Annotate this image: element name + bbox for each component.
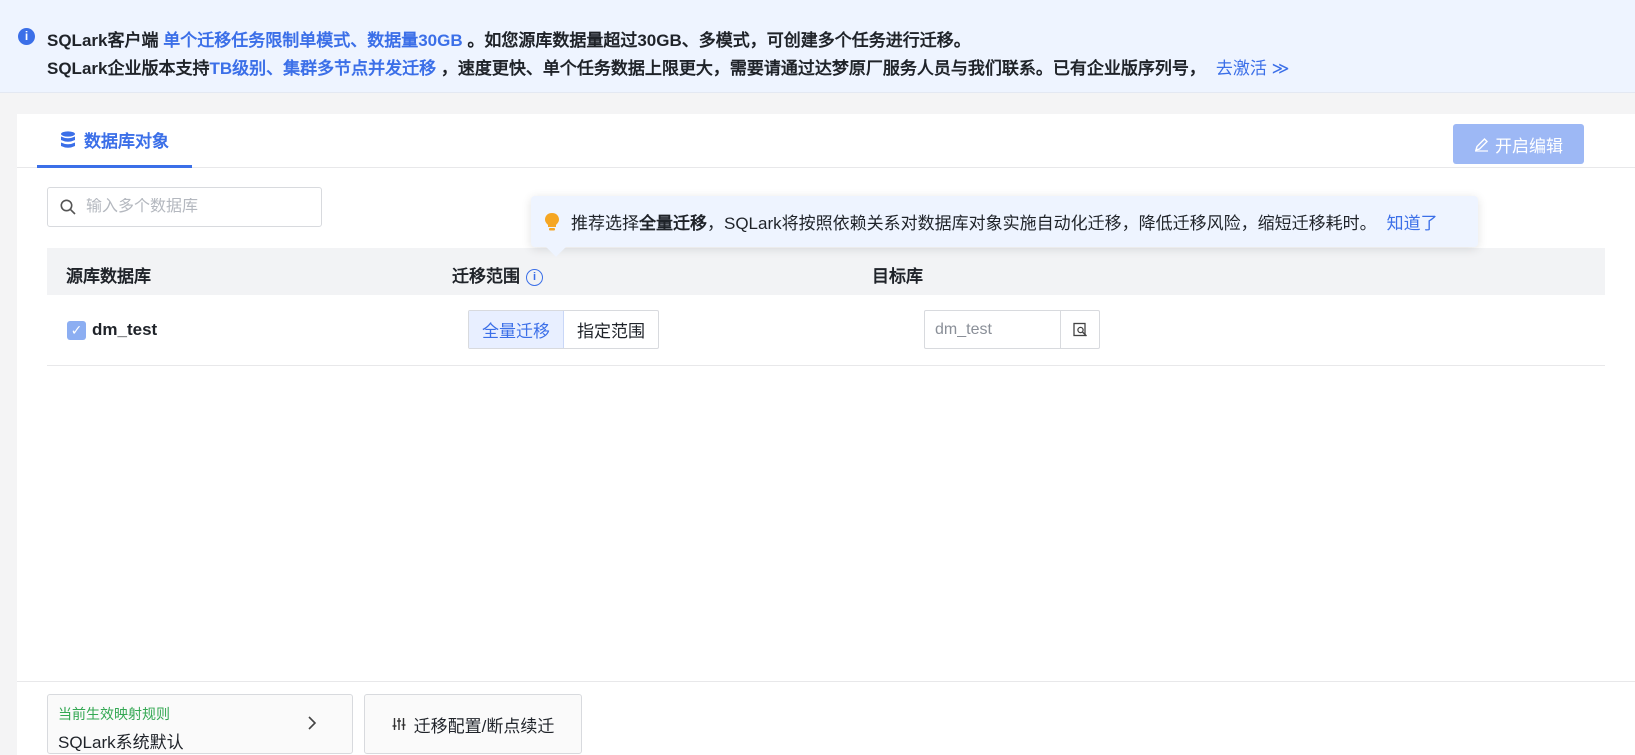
notice-highlight: 单个迁移任务限制单模式、数据量30GB	[163, 31, 463, 50]
enable-edit-button[interactable]: 开启编辑	[1453, 124, 1584, 164]
range-segmented-control: 全量迁移 指定范围	[468, 310, 659, 349]
notice-text: SQLark客户端	[47, 31, 164, 50]
notice-line-1: SQLark客户端 单个迁移任务限制单模式、数据量30GB 。如您源库数据量超过…	[47, 26, 971, 51]
mapping-rule-label: 当前生效映射规则	[58, 706, 170, 722]
database-icon	[61, 130, 75, 148]
tooltip-text: ，SQLark将按照依赖关系对数据库对象实施自动化迁移，降低迁移风险，缩短迁移耗…	[707, 214, 1377, 233]
table-header: 源库数据库 迁移范围 i 目标库	[47, 248, 1605, 295]
target-db-field: dm_test	[924, 310, 1100, 349]
range-option-full[interactable]: 全量迁移	[469, 311, 564, 348]
tab-database-objects[interactable]: 数据库对象	[37, 114, 192, 168]
header-target-db: 目标库	[872, 267, 923, 286]
search-doc-icon	[1072, 322, 1087, 337]
footer-bar: 当前生效映射规则 SQLark系统默认 迁移配置/断点续迁	[17, 681, 1635, 755]
info-icon: i	[18, 28, 35, 45]
search-icon	[60, 199, 76, 215]
header-range-label: 迁移范围	[452, 267, 520, 286]
table-row: ✓ dm_test 全量迁移 指定范围 dm_test	[47, 295, 1605, 366]
notice-highlight: TB级别、集群多节点并发迁移	[209, 59, 437, 78]
target-db-input[interactable]: dm_test	[925, 311, 1061, 348]
tooltip-text: 推荐选择	[571, 214, 639, 233]
activate-link[interactable]: 去激活 ≫	[1216, 59, 1290, 78]
header-source-db: 源库数据库	[66, 267, 151, 286]
tooltip-bold-text: 全量迁移	[639, 214, 707, 233]
tab-label: 数据库对象	[84, 132, 169, 151]
tooltip-dismiss-link[interactable]: 知道了	[1387, 209, 1438, 234]
header-range: 迁移范围 i	[452, 262, 543, 287]
lightbulb-icon	[545, 212, 559, 230]
notice-text: 。如您源库数据量超过30GB、多模式，可创建多个任务进行迁移。	[462, 31, 971, 50]
target-db-browse-button[interactable]	[1061, 311, 1099, 348]
sliders-icon	[392, 718, 406, 730]
row-checkbox[interactable]: ✓	[67, 321, 86, 340]
tab-bar: 数据库对象 开启编辑	[17, 114, 1635, 168]
search-box	[47, 187, 322, 227]
notice-text: ，速度更快、单个任务数据上限更大，需要请通过达梦原厂服务人员与我们联系。已有企业…	[436, 59, 1206, 78]
enable-edit-label: 开启编辑	[1495, 136, 1563, 156]
notice-text: SQLark企业版本支持	[47, 59, 210, 78]
range-option-specified[interactable]: 指定范围	[564, 311, 658, 348]
search-input[interactable]	[86, 198, 306, 216]
chevron-right-icon	[308, 716, 317, 730]
mapping-rule-card[interactable]: 当前生效映射规则 SQLark系统默认	[47, 694, 353, 754]
notice-banner: i SQLark客户端 单个迁移任务限制单模式、数据量30GB 。如您源库数据量…	[0, 0, 1635, 93]
notice-line-2: SQLark企业版本支持TB级别、集群多节点并发迁移 ，速度更快、单个任务数据上…	[47, 54, 1289, 79]
info-circle-icon[interactable]: i	[526, 269, 543, 287]
recommend-tooltip: 推荐选择 全量迁移 ，SQLark将按照依赖关系对数据库对象实施自动化迁移，降低迁移…	[531, 196, 1478, 247]
source-db-name: dm_test	[92, 320, 158, 339]
migration-config-label: 迁移配置/断点续迁	[413, 716, 555, 736]
edit-icon	[1474, 137, 1488, 152]
migration-config-button[interactable]: 迁移配置/断点续迁	[364, 694, 582, 754]
mapping-rule-value: SQLark系统默认	[58, 733, 184, 752]
